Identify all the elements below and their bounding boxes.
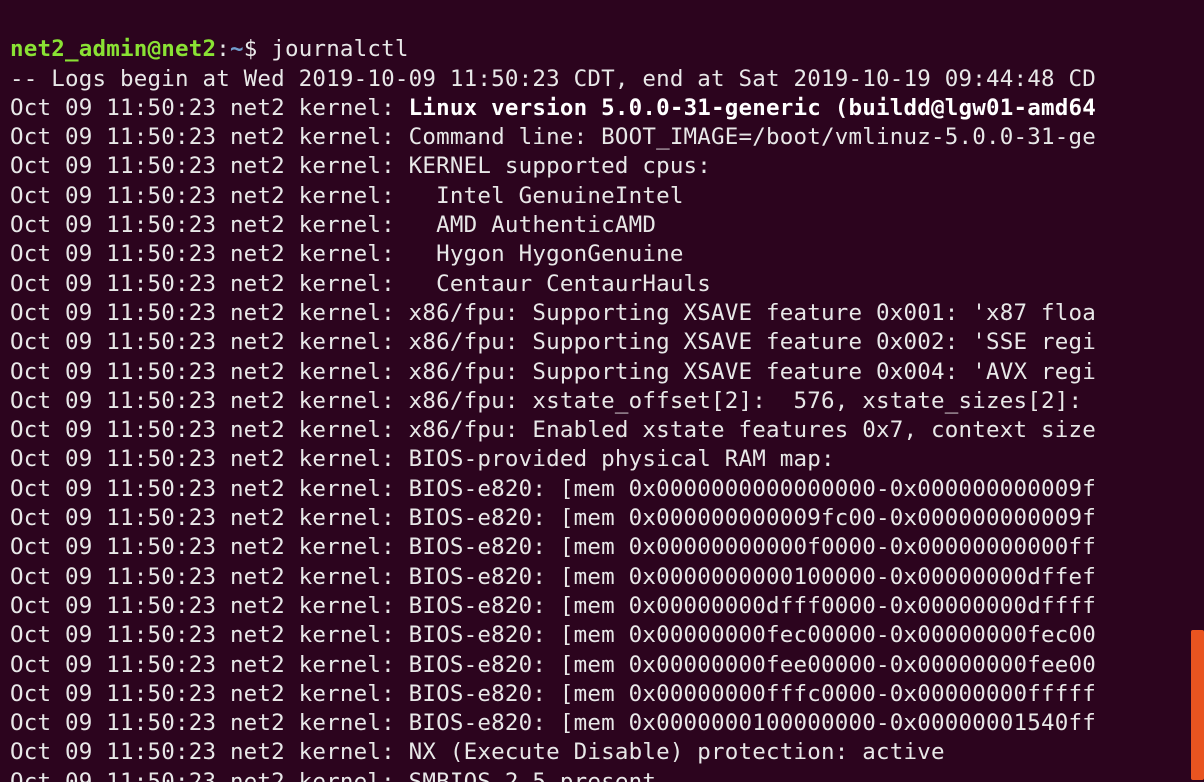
log-line: Oct 09 11:50:23 net2 kernel: BIOS-e820: … bbox=[10, 593, 1096, 619]
log-line: Oct 09 11:50:23 net2 kernel: Command lin… bbox=[10, 124, 1096, 150]
log-header: -- Logs begin at Wed 2019-10-09 11:50:23… bbox=[10, 66, 1096, 92]
log-line: Oct 09 11:50:23 net2 kernel: Linux versi… bbox=[10, 95, 1096, 121]
prompt-dollar: $ bbox=[244, 36, 272, 62]
prompt-colon: : bbox=[216, 36, 230, 62]
log-line: Oct 09 11:50:23 net2 kernel: x86/fpu: xs… bbox=[10, 388, 1082, 414]
log-line: Oct 09 11:50:23 net2 kernel: BIOS-provid… bbox=[10, 446, 835, 472]
log-line: Oct 09 11:50:23 net2 kernel: BIOS-e820: … bbox=[10, 622, 1096, 648]
log-line: Oct 09 11:50:23 net2 kernel: x86/fpu: Su… bbox=[10, 300, 1096, 326]
log-line: Oct 09 11:50:23 net2 kernel: x86/fpu: Su… bbox=[10, 359, 1096, 385]
log-line: Oct 09 11:50:23 net2 kernel: SMBIOS 2.5 … bbox=[10, 769, 670, 782]
log-line: Oct 09 11:50:23 net2 kernel: Hygon Hygon… bbox=[10, 241, 684, 267]
log-line: Oct 09 11:50:23 net2 kernel: NX (Execute… bbox=[10, 739, 945, 765]
log-line: Oct 09 11:50:23 net2 kernel: BIOS-e820: … bbox=[10, 534, 1096, 560]
log-line: Oct 09 11:50:23 net2 kernel: AMD Authent… bbox=[10, 212, 656, 238]
log-line: Oct 09 11:50:23 net2 kernel: BIOS-e820: … bbox=[10, 681, 1096, 707]
command-text: journalctl bbox=[271, 36, 408, 62]
log-line: Oct 09 11:50:23 net2 kernel: BIOS-e820: … bbox=[10, 652, 1096, 678]
log-line: Oct 09 11:50:23 net2 kernel: x86/fpu: En… bbox=[10, 417, 1096, 443]
terminal-output[interactable]: net2_admin@net2:~$ journalctl -- Logs be… bbox=[0, 0, 1204, 782]
log-line: Oct 09 11:50:23 net2 kernel: BIOS-e820: … bbox=[10, 710, 1096, 736]
vertical-scrollbar[interactable] bbox=[1191, 630, 1204, 780]
log-line: Oct 09 11:50:23 net2 kernel: Intel Genui… bbox=[10, 183, 684, 209]
log-line: Oct 09 11:50:23 net2 kernel: BIOS-e820: … bbox=[10, 476, 1096, 502]
prompt-user-host: net2_admin@net2 bbox=[10, 36, 216, 62]
log-line: Oct 09 11:50:23 net2 kernel: x86/fpu: Su… bbox=[10, 329, 1096, 355]
log-line: Oct 09 11:50:23 net2 kernel: Centaur Cen… bbox=[10, 271, 711, 297]
log-line: Oct 09 11:50:23 net2 kernel: KERNEL supp… bbox=[10, 153, 711, 179]
prompt-path: ~ bbox=[230, 36, 244, 62]
log-line: Oct 09 11:50:23 net2 kernel: BIOS-e820: … bbox=[10, 505, 1096, 531]
log-line: Oct 09 11:50:23 net2 kernel: BIOS-e820: … bbox=[10, 564, 1096, 590]
log-bold-segment: Linux version 5.0.0-31-generic (buildd@l… bbox=[409, 95, 1096, 121]
